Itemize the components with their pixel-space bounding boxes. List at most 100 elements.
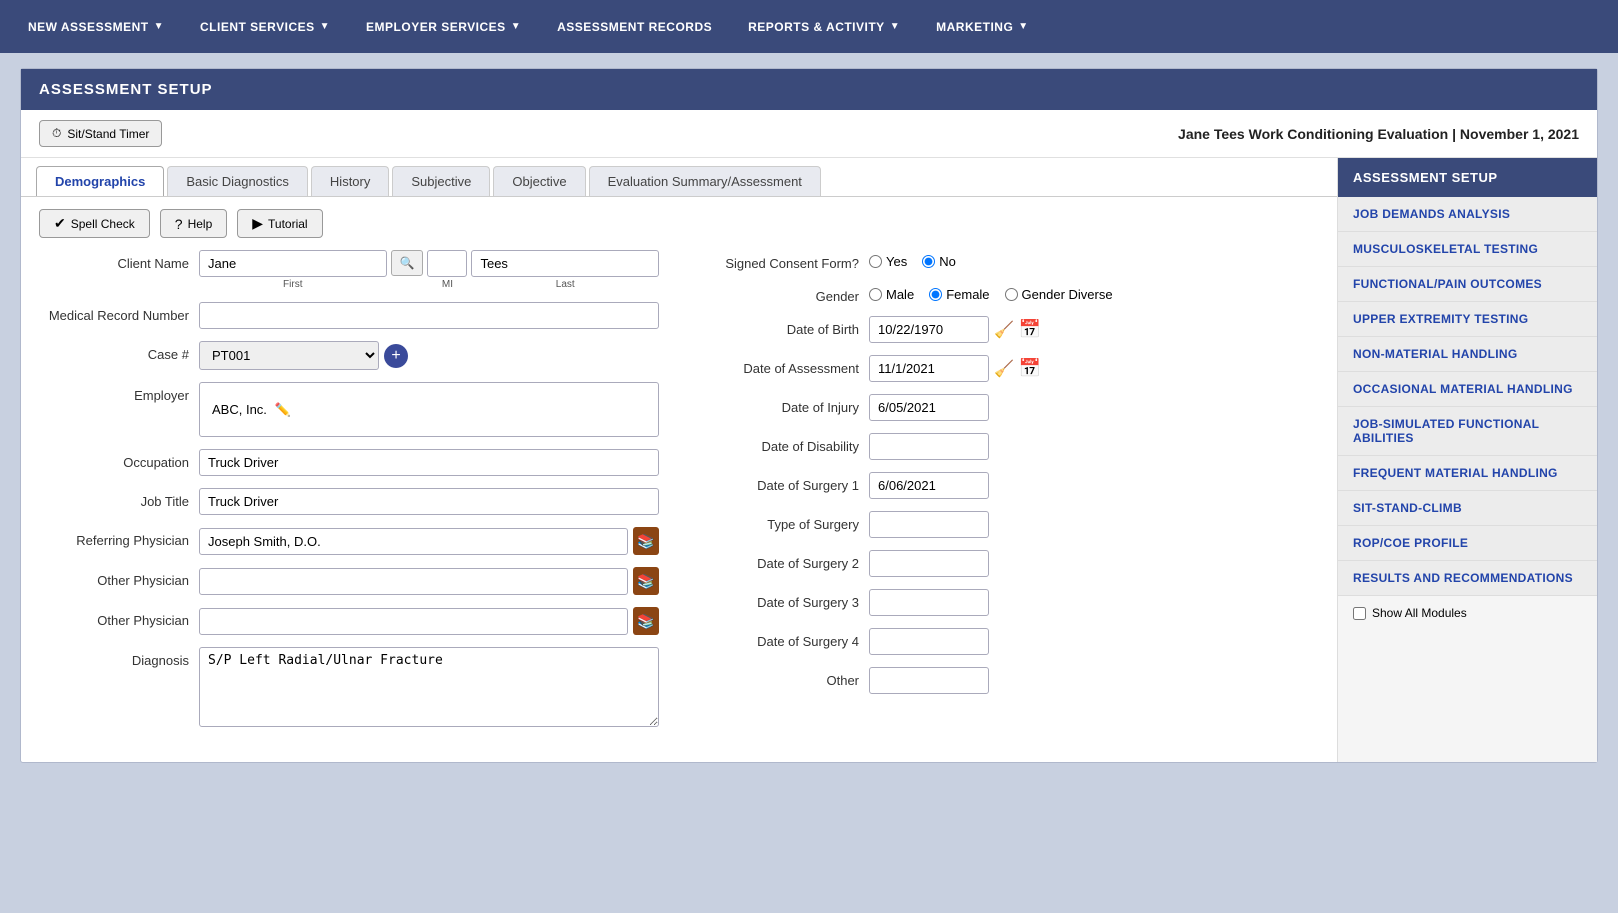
tab-evaluation-summary[interactable]: Evaluation Summary/Assessment — [589, 166, 821, 196]
right-sidebar: ASSESSMENT SETUP JOB DEMANDS ANALYSIS MU… — [1337, 158, 1597, 762]
gender-female-option[interactable]: Female — [929, 287, 989, 302]
date-surgery2-row: Date of Surgery 2 — [699, 550, 1319, 577]
date-surgery2-label: Date of Surgery 2 — [699, 550, 869, 571]
physician1-book-icon[interactable]: 📚 — [633, 567, 659, 595]
add-case-button[interactable]: + — [384, 344, 408, 368]
patient-title: Jane Tees Work Conditioning Evaluation |… — [1178, 126, 1579, 142]
sidebar-item-upper-extremity[interactable]: UPPER EXTREMITY TESTING — [1338, 302, 1597, 337]
employer-label: Employer — [39, 382, 199, 403]
sit-stand-timer-button[interactable]: ⏱ Sit/Stand Timer — [39, 120, 162, 147]
job-title-input[interactable] — [199, 488, 659, 515]
sidebar-item-frequent-material[interactable]: FREQUENT MATERIAL HANDLING — [1338, 456, 1597, 491]
referring-physician-row: Referring Physician 📚 — [39, 527, 659, 555]
date-surgery1-input[interactable] — [869, 472, 989, 499]
other-label: Other — [699, 667, 869, 688]
case-select[interactable]: PT001 — [199, 341, 379, 370]
tab-objective[interactable]: Objective — [493, 166, 585, 196]
diagnosis-label: Diagnosis — [39, 647, 199, 668]
date-surgery2-input[interactable] — [869, 550, 989, 577]
other-row: Other — [699, 667, 1319, 694]
date-surgery4-label: Date of Surgery 4 — [699, 628, 869, 649]
nav-new-assessment[interactable]: NEW ASSESSMENT ▼ — [10, 0, 182, 53]
nav-reports-activity[interactable]: REPORTS & ACTIVITY ▼ — [730, 0, 918, 53]
tab-demographics[interactable]: Demographics — [36, 166, 164, 196]
date-injury-input[interactable] — [869, 394, 989, 421]
form-left-column: Client Name First 🔍 MI — [39, 250, 659, 742]
date-surgery1-label: Date of Surgery 1 — [699, 472, 869, 493]
gender-female-radio[interactable] — [929, 288, 942, 301]
physician-book-icon[interactable]: 📚 — [633, 527, 659, 555]
nav-assessment-records[interactable]: ASSESSMENT RECORDS — [539, 0, 730, 53]
consent-no-radio[interactable] — [922, 255, 935, 268]
sidebar-item-job-demands[interactable]: JOB DEMANDS ANALYSIS — [1338, 197, 1597, 232]
tab-subjective[interactable]: Subjective — [392, 166, 490, 196]
main-container: ASSESSMENT SETUP ⏱ Sit/Stand Timer Jane … — [20, 68, 1598, 763]
chevron-down-icon: ▼ — [320, 21, 330, 32]
gender-male-option[interactable]: Male — [869, 287, 914, 302]
occupation-input[interactable] — [199, 449, 659, 476]
date-injury-label: Date of Injury — [699, 394, 869, 415]
diagnosis-textarea[interactable]: S/P Left Radial/Ulnar Fracture — [199, 647, 659, 727]
date-surgery3-label: Date of Surgery 3 — [699, 589, 869, 610]
sidebar-item-results-recommendations[interactable]: RESULTS AND RECOMMENDATIONS — [1338, 561, 1597, 596]
gender-row: Gender Male Female — [699, 283, 1319, 304]
sidebar-item-non-material[interactable]: NON-MATERIAL HANDLING — [1338, 337, 1597, 372]
top-navigation: NEW ASSESSMENT ▼ CLIENT SERVICES ▼ EMPLO… — [0, 0, 1618, 53]
sidebar-item-functional-pain[interactable]: FUNCTIONAL/PAIN OUTCOMES — [1338, 267, 1597, 302]
assessment-calendar-icon[interactable]: 📅 — [1019, 358, 1041, 379]
help-button[interactable]: ? Help — [160, 209, 227, 238]
date-surgery3-input[interactable] — [869, 589, 989, 616]
last-label: Last — [471, 279, 659, 290]
dob-label: Date of Birth — [699, 316, 869, 337]
nav-marketing[interactable]: MARKETING ▼ — [918, 0, 1047, 53]
sidebar-item-occasional-material[interactable]: OCCASIONAL MATERIAL HANDLING — [1338, 372, 1597, 407]
dob-calendar-icon[interactable]: 📅 — [1019, 319, 1041, 340]
tab-history[interactable]: History — [311, 166, 389, 196]
date-disability-input[interactable] — [869, 433, 989, 460]
gender-diverse-radio[interactable] — [1005, 288, 1018, 301]
type-surgery-row: Type of Surgery — [699, 511, 1319, 538]
main-form: Demographics Basic Diagnostics History S… — [21, 158, 1337, 762]
date-assessment-input[interactable] — [869, 355, 989, 382]
first-name-input[interactable] — [199, 250, 387, 277]
last-name-input[interactable] — [471, 250, 659, 277]
gender-diverse-option[interactable]: Gender Diverse — [1005, 287, 1113, 302]
sidebar-item-sit-stand-climb[interactable]: SIT-STAND-CLIMB — [1338, 491, 1597, 526]
nav-client-services[interactable]: CLIENT SERVICES ▼ — [182, 0, 348, 53]
type-surgery-input[interactable] — [869, 511, 989, 538]
dob-eraser-icon[interactable]: 🧹 — [994, 320, 1014, 340]
other-physician2-input[interactable] — [199, 608, 628, 635]
sidebar-item-rop-coe[interactable]: ROP/COE PROFILE — [1338, 526, 1597, 561]
toolbar-row: ⏱ Sit/Stand Timer Jane Tees Work Conditi… — [21, 110, 1597, 158]
diagnosis-row: Diagnosis S/P Left Radial/Ulnar Fracture — [39, 647, 659, 730]
tab-basic-diagnostics[interactable]: Basic Diagnostics — [167, 166, 308, 196]
physician2-book-icon[interactable]: 📚 — [633, 607, 659, 635]
employer-row: Employer ABC, Inc. ✏️ — [39, 382, 659, 437]
sidebar-item-musculoskeletal[interactable]: MUSCULOSKELETAL TESTING — [1338, 232, 1597, 267]
referring-physician-input[interactable] — [199, 528, 628, 555]
timer-icon: ⏱ — [52, 126, 61, 141]
dob-input[interactable] — [869, 316, 989, 343]
nav-employer-services[interactable]: EMPLOYER SERVICES ▼ — [348, 0, 539, 53]
edit-icon[interactable]: ✏️ — [275, 402, 291, 418]
spell-check-button[interactable]: ✔ Spell Check — [39, 209, 150, 238]
form-right-column: Signed Consent Form? Yes No — [699, 250, 1319, 742]
show-all-checkbox[interactable] — [1353, 607, 1366, 620]
consent-yes-option[interactable]: Yes — [869, 254, 907, 269]
other-physician1-input[interactable] — [199, 568, 628, 595]
assessment-eraser-icon[interactable]: 🧹 — [994, 359, 1014, 379]
medical-record-input[interactable] — [199, 302, 659, 329]
tutorial-button[interactable]: ▶ Tutorial — [237, 209, 322, 238]
consent-no-option[interactable]: No — [922, 254, 956, 269]
occupation-row: Occupation — [39, 449, 659, 476]
search-button[interactable]: 🔍 — [391, 250, 424, 276]
mi-input[interactable] — [427, 250, 467, 277]
other-physician1-label: Other Physician — [39, 567, 199, 588]
date-surgery4-input[interactable] — [869, 628, 989, 655]
other-input[interactable] — [869, 667, 989, 694]
consent-yes-radio[interactable] — [869, 255, 882, 268]
date-disability-label: Date of Disability — [699, 433, 869, 454]
gender-male-radio[interactable] — [869, 288, 882, 301]
sidebar-item-job-simulated[interactable]: JOB-SIMULATED FUNCTIONAL ABILITIES — [1338, 407, 1597, 456]
employer-box[interactable]: ABC, Inc. ✏️ — [199, 382, 659, 437]
